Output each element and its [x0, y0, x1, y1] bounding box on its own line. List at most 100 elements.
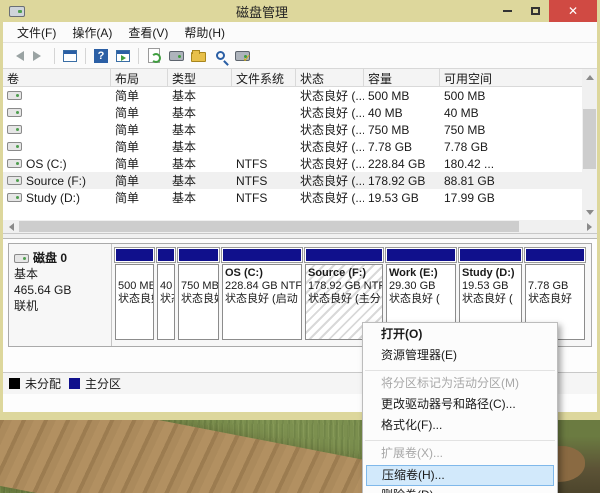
- partition-body[interactable]: 500 MB状态良好: [115, 264, 154, 340]
- vertical-scroll-thumb[interactable]: [583, 109, 596, 169]
- volume-name-cell: Source (F:): [3, 174, 111, 188]
- close-button[interactable]: ✕: [549, 0, 597, 22]
- partition-size: 228.84 GB NTFS: [225, 280, 299, 293]
- volume-list-header: 卷布局类型文件系统状态容量可用空间: [3, 69, 597, 87]
- volume-status-cell: 状态良好 (...: [296, 172, 364, 189]
- scroll-up-button[interactable]: [582, 69, 597, 84]
- back-icon: [11, 51, 24, 61]
- volume-capacity-cell: 178.92 GB: [364, 174, 440, 188]
- volume-name: Source (F:): [26, 174, 86, 188]
- volume-row-2[interactable]: 简单基本状态良好 (...750 MB750 MB: [3, 121, 597, 138]
- open-button[interactable]: [188, 46, 208, 66]
- scroll-left-button[interactable]: [3, 220, 18, 233]
- volume-status-cell: 状态良好 (...: [296, 104, 364, 121]
- menu-item-3[interactable]: 帮助(H): [176, 22, 233, 43]
- partition-500 MB[interactable]: 500 MB状态良好: [115, 248, 154, 340]
- help-icon: ?: [94, 49, 108, 63]
- partition-40 MB[interactable]: 40 MB状态良好: [157, 248, 175, 340]
- horizontal-scrollbar[interactable]: [3, 220, 597, 233]
- partition-name: Study (D:): [462, 267, 519, 280]
- partition-body[interactable]: OS (C:)228.84 GB NTFS状态良好 (启动: [222, 264, 302, 340]
- partition-name: [160, 267, 172, 280]
- partition-status: 状态良好: [118, 293, 151, 306]
- menu-bar: 文件(F)操作(A)查看(V)帮助(H): [3, 22, 597, 43]
- menu-item-0[interactable]: 文件(F): [9, 22, 64, 43]
- volume-type-cell: 基本: [168, 121, 232, 138]
- column-header-2[interactable]: 类型: [168, 69, 232, 86]
- context-menu-item-5[interactable]: 格式化(F)...: [363, 416, 557, 437]
- volume-status-cell: 状态良好 (...: [296, 189, 364, 206]
- partition-status: 状态良好 (: [389, 293, 453, 306]
- refresh-button[interactable]: [144, 46, 164, 66]
- maximize-button[interactable]: [521, 0, 549, 22]
- title-bar[interactable]: 磁盘管理 ✕: [3, 0, 597, 22]
- menu-item-2[interactable]: 查看(V): [120, 22, 176, 43]
- context-menu-item-7: 扩展卷(X)...: [363, 444, 557, 465]
- context-menu-item-9[interactable]: 删除卷(D)...: [363, 486, 557, 493]
- console-window-button[interactable]: [60, 46, 80, 66]
- volume-free-cell: 88.81 GB: [440, 174, 597, 188]
- minimize-button[interactable]: [493, 0, 521, 22]
- disk-name: 磁盘 0: [33, 250, 67, 266]
- partition-750 MB[interactable]: 750 MB状态良好: [178, 248, 219, 340]
- column-header-5[interactable]: 容量: [364, 69, 440, 86]
- partition-OS (C:)[interactable]: OS (C:)228.84 GB NTFS状态良好 (启动: [222, 248, 302, 340]
- volume-row-3[interactable]: 简单基本状态良好 (...7.78 GB7.78 GB: [3, 138, 597, 155]
- context-menu-item-8[interactable]: 压缩卷(H)...: [366, 465, 554, 486]
- volume-type-cell: 基本: [168, 155, 232, 172]
- action-pane-button[interactable]: [113, 46, 133, 66]
- scroll-right-button[interactable]: [582, 220, 597, 233]
- volume-row-6[interactable]: Study (D:)简单基本NTFS状态良好 (...19.53 GB17.99…: [3, 189, 597, 206]
- search-button[interactable]: [210, 46, 230, 66]
- volume-free-cell: 7.78 GB: [440, 140, 597, 154]
- partition-name: [528, 267, 582, 280]
- menu-item-1[interactable]: 操作(A): [64, 22, 120, 43]
- legend-label: 未分配: [25, 375, 61, 392]
- partition-body[interactable]: 40 MB状态良好: [157, 264, 175, 340]
- volume-capacity-cell: 19.53 GB: [364, 191, 440, 205]
- horizontal-scroll-thumb[interactable]: [19, 221, 519, 232]
- volume-free-cell: 180.42 ...: [440, 157, 597, 171]
- toolbar-separator: [138, 48, 139, 64]
- partition-type-bar: [459, 248, 522, 262]
- toolbar: ?: [3, 43, 597, 69]
- partition-status: 状态良好: [528, 293, 582, 306]
- partition-size: 29.30 GB: [389, 280, 453, 293]
- column-header-1[interactable]: 布局: [111, 69, 168, 86]
- volume-layout-cell: 简单: [111, 172, 168, 189]
- back-button[interactable]: [7, 46, 27, 66]
- volume-icon: [7, 142, 22, 151]
- disk-0-info[interactable]: 磁盘 0 基本 465.64 GB 联机: [9, 244, 112, 346]
- forward-button[interactable]: [29, 46, 49, 66]
- volume-icon: [7, 159, 22, 168]
- help-button[interactable]: ?: [91, 46, 111, 66]
- partition-body[interactable]: 750 MB状态良好: [178, 264, 219, 340]
- column-header-3[interactable]: 文件系统: [232, 69, 296, 86]
- rescan-disks-button[interactable]: [166, 46, 186, 66]
- volume-row-1[interactable]: 简单基本状态良好 (...40 MB40 MB: [3, 104, 597, 121]
- scroll-down-button[interactable]: [582, 205, 597, 220]
- column-header-6[interactable]: 可用空间: [440, 69, 597, 86]
- volume-layout-cell: 简单: [111, 155, 168, 172]
- column-header-0[interactable]: 卷: [3, 69, 111, 86]
- context-menu-item-1[interactable]: 资源管理器(E): [363, 346, 557, 367]
- volume-name: Study (D:): [26, 191, 80, 205]
- context-menu-item-0[interactable]: 打开(O): [363, 325, 557, 346]
- volume-free-cell: 40 MB: [440, 106, 597, 120]
- context-menu-item-4[interactable]: 更改驱动器号和路径(C)...: [363, 395, 557, 416]
- volume-row-5[interactable]: Source (F:)简单基本NTFS状态良好 (...178.92 GB88.…: [3, 172, 597, 189]
- volume-capacity-cell: 228.84 GB: [364, 157, 440, 171]
- volume-row-0[interactable]: 简单基本状态良好 (...500 MB500 MB: [3, 87, 597, 104]
- column-header-4[interactable]: 状态: [296, 69, 364, 86]
- partition-status: 状态良好 (: [462, 293, 519, 306]
- disk-type: 基本: [14, 266, 106, 282]
- legend-item-0: 未分配: [9, 375, 61, 392]
- rescan-disks-icon: [169, 51, 184, 61]
- volume-capacity-cell: 40 MB: [364, 106, 440, 120]
- check-disk-button[interactable]: [232, 46, 252, 66]
- partition-size: 7.78 GB: [528, 280, 582, 293]
- volume-row-4[interactable]: OS (C:)简单基本NTFS状态良好 (...228.84 GB180.42 …: [3, 155, 597, 172]
- vertical-scrollbar[interactable]: [582, 69, 597, 220]
- volume-free-cell: 17.99 GB: [440, 191, 597, 205]
- volume-name-cell: [3, 91, 111, 100]
